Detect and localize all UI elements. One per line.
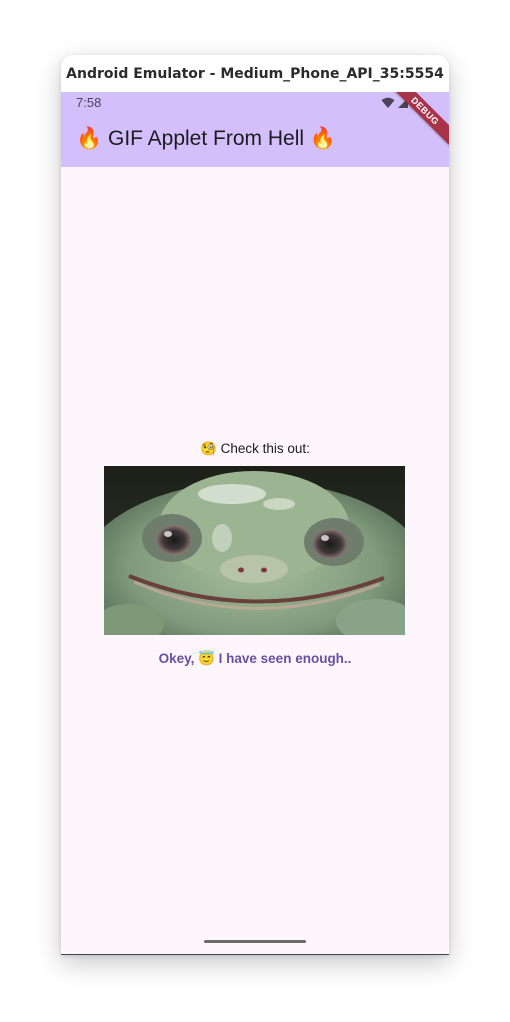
window-title: Android Emulator - Medium_Phone_API_35:5… xyxy=(61,55,449,92)
emulator-window: Android Emulator - Medium_Phone_API_35:5… xyxy=(61,55,449,955)
main-content: 🧐 Check this out: Okey, 😇 I have seen en… xyxy=(61,167,449,954)
status-time: 7:58 xyxy=(76,95,102,110)
phone-screen: 7:58 DEBUG 🔥 GIF Applet From Hell 🔥 🧐 Ch… xyxy=(61,92,449,955)
wifi-icon xyxy=(381,97,395,109)
frog-gif-image xyxy=(104,466,405,635)
app-bar: 7:58 DEBUG 🔥 GIF Applet From Hell 🔥 xyxy=(61,92,449,167)
check-this-out-label: 🧐 Check this out: xyxy=(200,441,310,456)
app-title: 🔥 GIF Applet From Hell 🔥 xyxy=(76,127,337,150)
seen-enough-button[interactable]: Okey, 😇 I have seen enough.. xyxy=(145,644,365,674)
gesture-navigation-bar[interactable] xyxy=(204,940,306,943)
